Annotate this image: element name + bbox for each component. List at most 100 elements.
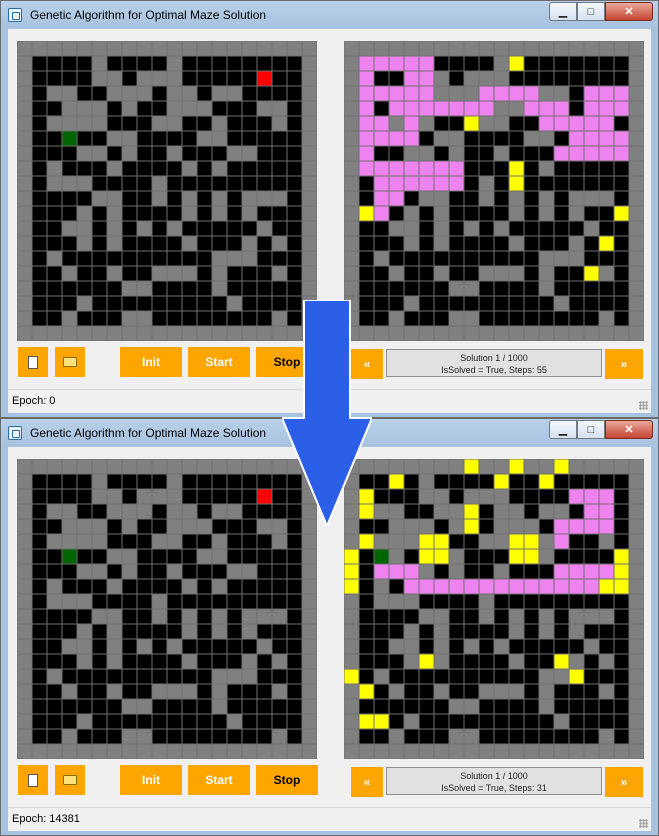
minimize-icon: ▁ — [558, 424, 568, 436]
maximize-button[interactable]: □ — [577, 420, 605, 439]
maze-path-cell — [151, 608, 168, 625]
maze-path-cell — [418, 115, 435, 132]
maze-wall-cell — [91, 280, 108, 297]
resize-grip-icon[interactable] — [639, 819, 648, 828]
maze-path-cell — [256, 41, 273, 57]
previous-solution-button[interactable]: « — [351, 767, 383, 797]
maze-wall-cell — [31, 100, 48, 117]
start-button[interactable]: Start — [188, 347, 250, 377]
open-button[interactable] — [55, 347, 85, 377]
solution-path-cell — [523, 85, 540, 102]
maximize-button[interactable]: □ — [577, 2, 605, 21]
minimize-icon: ▁ — [558, 6, 568, 18]
maze-wall-cell — [613, 280, 630, 297]
maze-path-cell — [628, 160, 644, 177]
maze-path-cell — [418, 488, 435, 505]
maze-path-cell — [46, 533, 63, 550]
previous-solution-button[interactable]: « — [351, 349, 383, 379]
stop-button[interactable]: Stop — [256, 765, 318, 795]
copy-button[interactable] — [18, 765, 48, 795]
maze-path-cell — [388, 638, 405, 655]
maze-wall-cell — [91, 713, 108, 730]
maze-wall-cell — [583, 250, 600, 267]
maze-wall-cell — [463, 190, 480, 207]
copy-button[interactable] — [18, 347, 48, 377]
maze-wall-cell — [166, 653, 183, 670]
close-button[interactable]: ✕ — [605, 2, 653, 21]
maze-wall-cell — [583, 205, 600, 222]
maze-wall-cell — [433, 563, 450, 580]
next-solution-button[interactable]: » — [605, 767, 643, 797]
init-button[interactable]: Init — [120, 765, 182, 795]
maze-path-cell — [211, 160, 228, 177]
maze-wall-cell — [523, 683, 540, 700]
stop-button[interactable]: Stop — [256, 347, 318, 377]
maze-path-cell — [388, 683, 405, 700]
maze-wall-cell — [106, 563, 123, 580]
maze-wall-cell — [271, 638, 288, 655]
maze-path-cell — [46, 668, 63, 685]
minimize-button[interactable]: ▁ — [549, 420, 577, 439]
maze-wall-cell — [256, 295, 273, 312]
solution-path-cell — [553, 145, 570, 162]
maze-wall-cell — [613, 310, 630, 327]
maze-wall-cell — [568, 85, 585, 102]
maze-wall-cell — [241, 280, 258, 297]
epoch-label: Epoch: 14381 — [12, 813, 80, 825]
maze-path-cell — [91, 533, 108, 550]
title-bar[interactable]: Genetic Algorithm for Optimal Maze Solut… — [1, 419, 658, 447]
maze-path-cell — [448, 41, 465, 57]
maze-path-cell — [538, 698, 555, 715]
solution-path-cell — [478, 100, 495, 117]
minimize-button[interactable]: ▁ — [549, 2, 577, 21]
maze-wall-cell — [403, 190, 420, 207]
maze-wall-cell — [46, 608, 63, 625]
maze-wall-cell — [256, 85, 273, 102]
maze-path-cell — [271, 265, 288, 282]
maze-path-cell — [448, 563, 465, 580]
maze-wall-cell — [478, 518, 495, 535]
maze-path-cell — [76, 533, 93, 550]
maze-path-cell — [181, 265, 198, 282]
maze-path-cell — [61, 518, 78, 535]
maze-path-cell — [181, 683, 198, 700]
maze-wall-cell — [91, 683, 108, 700]
maze-wall-cell — [538, 518, 555, 535]
close-button[interactable]: ✕ — [605, 420, 653, 439]
maze-wall-cell — [211, 563, 228, 580]
maze-wall-cell — [91, 265, 108, 282]
maze-wall-cell — [166, 175, 183, 192]
maze-wall-cell — [256, 563, 273, 580]
maze-wall-cell — [196, 160, 213, 177]
maze-wall-cell — [388, 698, 405, 715]
resize-grip-icon[interactable] — [639, 401, 648, 410]
maze-wall-cell — [46, 205, 63, 222]
maze-wall-cell — [613, 593, 630, 610]
maze-path-cell — [344, 100, 360, 117]
solution-path-cell — [613, 100, 630, 117]
maze-wall-cell — [403, 310, 420, 327]
maze-wall-cell — [478, 295, 495, 312]
solution-path-cell — [403, 130, 420, 147]
maze-wall-cell — [46, 563, 63, 580]
app-icon — [8, 8, 22, 22]
maze-wall-cell — [76, 548, 93, 565]
solution-path-cell — [598, 518, 615, 535]
maze-wall-cell — [181, 250, 198, 267]
open-button[interactable] — [55, 765, 85, 795]
maze-path-cell — [388, 533, 405, 550]
title-bar[interactable]: Genetic Algorithm for Optimal Maze Solut… — [1, 1, 658, 29]
next-solution-button[interactable]: » — [605, 349, 643, 379]
maze-path-cell — [46, 459, 63, 475]
maze-wall-cell — [226, 265, 243, 282]
maze-grid — [17, 41, 317, 341]
maze-wall-cell — [403, 548, 420, 565]
maze-wall-cell — [358, 250, 375, 267]
maze-wall-cell — [106, 533, 123, 550]
maze-wall-cell — [613, 175, 630, 192]
start-button[interactable]: Start — [188, 765, 250, 795]
maze-path-cell — [121, 145, 138, 162]
maze-path-cell — [181, 235, 198, 252]
maze-wall-cell — [493, 668, 510, 685]
init-button[interactable]: Init — [120, 347, 182, 377]
